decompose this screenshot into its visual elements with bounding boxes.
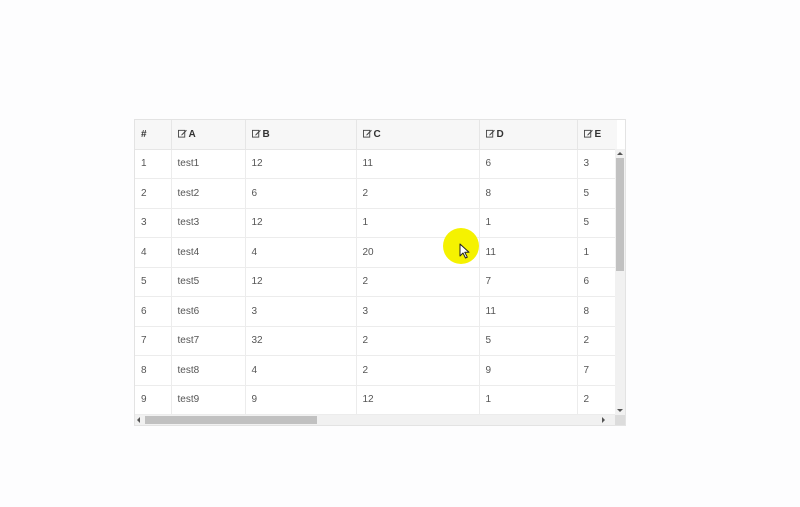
- cell-c[interactable]: 2: [356, 178, 480, 209]
- scroll-left-icon[interactable]: [137, 417, 140, 423]
- cell-b[interactable]: 6: [245, 178, 357, 209]
- table-row: 4 test4 4 20 11 1: [135, 237, 617, 268]
- horizontal-scrollbar[interactable]: [135, 415, 617, 425]
- table-row: 3 test3 12 1 1 5: [135, 208, 617, 238]
- cell-b[interactable]: 12: [245, 267, 357, 297]
- cell-b[interactable]: 3: [245, 296, 357, 327]
- scrollbar-corner: [615, 415, 625, 425]
- edit-icon: [251, 129, 261, 138]
- table-row: 9 test9 9 12 1 2: [135, 385, 617, 415]
- cell-a[interactable]: test5: [171, 267, 246, 297]
- edit-icon: [362, 129, 372, 138]
- cell-d[interactable]: 6: [479, 149, 578, 179]
- cell-c[interactable]: 11: [356, 149, 480, 179]
- cell-c[interactable]: 2: [356, 326, 480, 356]
- table-row: 2 test2 6 2 8 5: [135, 178, 617, 209]
- cell-d[interactable]: 9: [479, 355, 578, 386]
- table-row: 5 test5 12 2 7 6: [135, 267, 617, 297]
- cell-e[interactable]: 1: [577, 237, 617, 268]
- column-header-b[interactable]: B: [245, 120, 357, 150]
- column-header-label: #: [141, 128, 147, 140]
- column-header-label: B: [262, 128, 270, 140]
- cell-a[interactable]: test6: [171, 296, 246, 327]
- column-header-label: D: [496, 128, 504, 140]
- column-header-d[interactable]: D: [479, 120, 578, 150]
- header-row: # A B C D E: [135, 120, 617, 150]
- cell-index[interactable]: 3: [135, 208, 172, 238]
- scroll-down-icon[interactable]: [617, 409, 623, 412]
- cell-e[interactable]: 3: [577, 149, 617, 179]
- cell-c[interactable]: 3: [356, 296, 480, 327]
- cell-a[interactable]: test3: [171, 208, 246, 238]
- cell-d[interactable]: 7: [479, 267, 578, 297]
- cell-index[interactable]: 6: [135, 296, 172, 327]
- cell-a[interactable]: test9: [171, 385, 246, 415]
- edit-icon: [177, 129, 187, 138]
- table-row: 8 test8 4 2 9 7: [135, 355, 617, 386]
- cell-index[interactable]: 9: [135, 385, 172, 415]
- table-row: 6 test6 3 3 11 8: [135, 296, 617, 327]
- cell-b[interactable]: 4: [245, 237, 357, 268]
- cell-d[interactable]: 1: [479, 385, 578, 415]
- cell-c[interactable]: 2: [356, 355, 480, 386]
- page: # A B C D E 1 test1 12 11 6 3 2 test2 6 …: [0, 0, 800, 507]
- table-row: 7 test7 32 2 5 2: [135, 326, 617, 356]
- column-header-a[interactable]: A: [171, 120, 246, 150]
- mouse-pointer-icon: [459, 243, 470, 259]
- cell-index[interactable]: 8: [135, 355, 172, 386]
- vertical-scroll-thumb[interactable]: [616, 158, 624, 271]
- column-header-c[interactable]: C: [356, 120, 480, 150]
- cell-index[interactable]: 4: [135, 237, 172, 268]
- cell-d[interactable]: 1: [479, 208, 578, 238]
- grid-viewport: # A B C D E 1 test1 12 11 6 3 2 test2 6 …: [135, 120, 617, 415]
- cell-e[interactable]: 2: [577, 385, 617, 415]
- cell-d[interactable]: 11: [479, 237, 578, 268]
- column-header-label: A: [188, 128, 196, 140]
- table-row: 1 test1 12 11 6 3: [135, 149, 617, 179]
- cell-e[interactable]: 5: [577, 178, 617, 209]
- cell-e[interactable]: 7: [577, 355, 617, 386]
- column-header-index[interactable]: #: [135, 120, 172, 150]
- cell-e[interactable]: 8: [577, 296, 617, 327]
- vertical-scrollbar[interactable]: [615, 149, 625, 415]
- cell-a[interactable]: test7: [171, 326, 246, 356]
- cell-a[interactable]: test4: [171, 237, 246, 268]
- cell-index[interactable]: 1: [135, 149, 172, 179]
- cell-d[interactable]: 8: [479, 178, 578, 209]
- data-grid[interactable]: # A B C D E 1 test1 12 11 6 3 2 test2 6 …: [134, 119, 626, 426]
- column-header-label: C: [373, 128, 381, 140]
- cell-b[interactable]: 12: [245, 149, 357, 179]
- cell-b[interactable]: 4: [245, 355, 357, 386]
- cell-a[interactable]: test1: [171, 149, 246, 179]
- cell-a[interactable]: test2: [171, 178, 246, 209]
- cell-d[interactable]: 11: [479, 296, 578, 327]
- cell-b[interactable]: 12: [245, 208, 357, 238]
- cell-e[interactable]: 2: [577, 326, 617, 356]
- column-header-label: E: [594, 128, 602, 140]
- cell-index[interactable]: 7: [135, 326, 172, 356]
- edit-icon: [485, 129, 495, 138]
- cell-index[interactable]: 5: [135, 267, 172, 297]
- data-table: # A B C D E 1 test1 12 11 6 3 2 test2 6 …: [135, 120, 617, 415]
- cell-e[interactable]: 6: [577, 267, 617, 297]
- cell-b[interactable]: 32: [245, 326, 357, 356]
- cell-a[interactable]: test8: [171, 355, 246, 386]
- cell-d[interactable]: 5: [479, 326, 578, 356]
- cell-index[interactable]: 2: [135, 178, 172, 209]
- cell-b[interactable]: 9: [245, 385, 357, 415]
- scroll-up-icon[interactable]: [617, 152, 623, 155]
- horizontal-scroll-thumb[interactable]: [145, 416, 317, 424]
- cell-c[interactable]: 12: [356, 385, 480, 415]
- column-header-e[interactable]: E: [577, 120, 617, 150]
- edit-icon: [583, 129, 593, 138]
- cell-c[interactable]: 2: [356, 267, 480, 297]
- scroll-right-icon[interactable]: [602, 417, 605, 423]
- cell-e[interactable]: 5: [577, 208, 617, 238]
